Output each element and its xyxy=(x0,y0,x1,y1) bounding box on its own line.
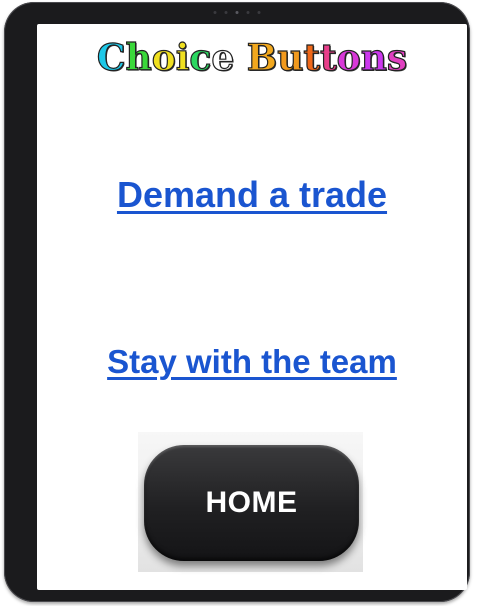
camera-dots xyxy=(213,11,261,14)
title-letter: e xyxy=(211,36,235,79)
camera-lens-icon xyxy=(235,11,239,14)
page-title: Choice Buttons xyxy=(37,36,467,80)
tablet-frame: Choice Buttons Demand a trade Stay with … xyxy=(4,2,470,602)
title-letter: o xyxy=(151,36,176,79)
stay-with-team-link[interactable]: Stay with the team xyxy=(37,340,467,384)
stage: Choice Buttons Demand a trade Stay with … xyxy=(0,0,477,606)
title-letter: B xyxy=(246,36,278,79)
home-button-image: HOME xyxy=(138,432,363,572)
title-letter: c xyxy=(189,36,212,79)
title-letter: C xyxy=(96,36,126,79)
title-letter: o xyxy=(336,36,361,79)
sensor-dot xyxy=(257,11,261,14)
tablet-screen: Choice Buttons Demand a trade Stay with … xyxy=(37,24,467,590)
title-letter: t xyxy=(303,36,321,79)
title-letter: t xyxy=(319,36,337,79)
title-letter: h xyxy=(125,36,152,79)
home-button[interactable]: HOME xyxy=(144,445,359,561)
title-letter xyxy=(234,37,247,79)
sensor-dot xyxy=(213,11,217,14)
demand-trade-link[interactable]: Demand a trade xyxy=(37,172,467,218)
home-button-label: HOME xyxy=(205,486,298,519)
title-letter: i xyxy=(175,36,190,79)
title-letter: u xyxy=(277,36,304,79)
title-letter: s xyxy=(386,36,408,79)
sensor-dot xyxy=(246,11,250,14)
sensor-dot xyxy=(224,11,228,14)
title-letter: n xyxy=(360,36,387,79)
